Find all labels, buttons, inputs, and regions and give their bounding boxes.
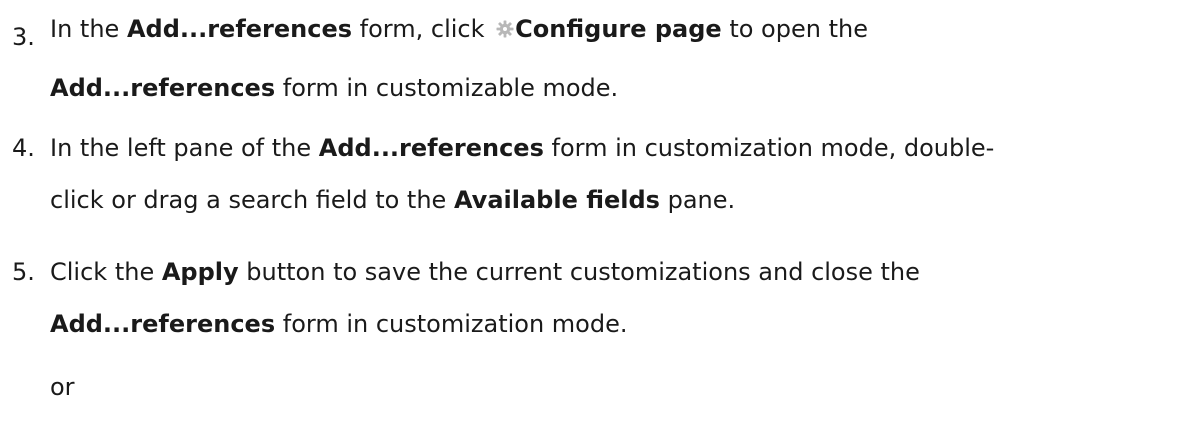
text-run: button to save the current customization… [238,258,920,286]
step-5-line-1: Click the Apply button to save the curre… [50,257,920,287]
form-name: Add...references [50,74,276,102]
text-run: form in customization mode, double- [543,134,995,162]
step-3-line-2: Add...references form in customizable mo… [50,73,618,103]
step-number: 5. [12,258,35,286]
text-run: In the left pane of the [50,134,319,162]
text-run: form in customizable mode. [275,74,619,102]
pane-name: Available fields [453,186,660,214]
text-run: Click the [50,258,162,286]
text-run: In the [50,15,127,43]
form-name: Add...references [318,134,544,162]
step-number: 4. [12,134,35,162]
form-name: Add...references [126,15,353,43]
step-number: 3. [12,23,35,51]
text-run: form, click [352,15,493,43]
text-run: click or drag a search field to the [50,186,454,214]
text-run: pane. [659,186,736,214]
command-name: Configure page [515,15,722,43]
text-run: to open the [721,15,868,43]
step-5-line-2: Add...references form in customization m… [50,309,627,339]
text-run: form in customization mode. [275,310,628,338]
form-name: Add...references [50,310,276,338]
step-3-line-1-text: In the Add...references form, click Conf… [50,14,868,44]
step-4-line-2: click or drag a search field to the Avai… [50,185,735,215]
or-text: or [50,373,75,401]
gear-icon [496,20,514,38]
step-4-line-1: In the left pane of the Add...references… [50,133,994,163]
button-name: Apply [161,258,239,286]
